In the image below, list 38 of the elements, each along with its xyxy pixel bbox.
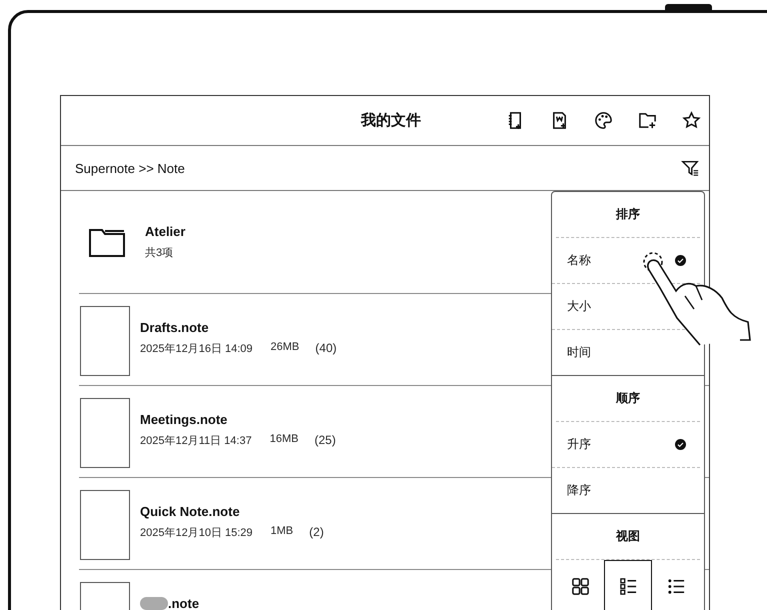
file-size: 26MB <box>270 341 300 355</box>
file-name[interactable]: Drafts.note <box>140 320 209 335</box>
folder-icon[interactable] <box>89 227 125 257</box>
file-size: 16MB <box>270 433 298 447</box>
palette-icon[interactable] <box>594 111 613 130</box>
file-name[interactable]: .note <box>168 596 200 610</box>
grid-icon <box>570 577 590 596</box>
note-thumbnail[interactable] <box>80 306 130 376</box>
page-count: (40) <box>315 341 337 356</box>
list-icon <box>666 577 686 596</box>
breadcrumb[interactable]: Supernote >> Note <box>75 160 185 176</box>
file-name[interactable]: Quick Note.note <box>140 504 240 519</box>
note-thumbnail[interactable] <box>80 490 130 560</box>
folder-name[interactable]: Atelier <box>145 224 186 239</box>
star-icon[interactable] <box>682 111 701 130</box>
sort-option[interactable]: 升序 <box>567 436 591 453</box>
section-heading: 视图 <box>616 528 640 545</box>
note-thumbnail[interactable] <box>80 398 130 468</box>
window-title: 我的文件 <box>361 111 421 130</box>
sort-option[interactable]: 时间 <box>567 344 591 361</box>
filter-icon[interactable] <box>681 159 699 177</box>
sort-option[interactable]: 大小 <box>567 298 591 315</box>
sort-option[interactable]: 降序 <box>567 482 591 499</box>
page-count: (25) <box>314 433 336 448</box>
section-heading: 顺序 <box>616 390 640 407</box>
modified-date: 2025年12月16日 14:09 <box>140 342 253 356</box>
sort-option[interactable]: 名称 <box>567 252 591 269</box>
page-count: (2) <box>309 525 324 540</box>
new-document-icon[interactable] <box>550 111 569 130</box>
new-folder-icon[interactable] <box>638 111 657 130</box>
modified-date: 2025年12月11日 14:37 <box>140 434 252 448</box>
detail-list-icon <box>618 577 638 596</box>
file-size: 1MB <box>270 525 294 539</box>
modified-date: 2025年12月10日 15:29 <box>140 526 253 540</box>
view-mode-button[interactable] <box>604 560 652 610</box>
section-heading: 排序 <box>616 206 640 223</box>
item-count: 共3项 <box>145 246 174 260</box>
file-name[interactable]: Meetings.note <box>140 412 228 427</box>
